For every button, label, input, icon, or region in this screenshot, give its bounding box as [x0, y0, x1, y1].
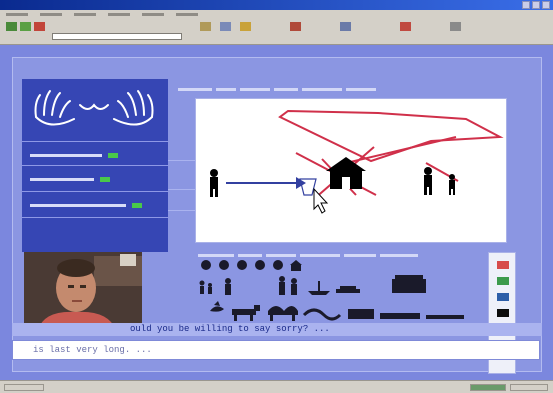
sidebar-item-marker: [100, 176, 110, 182]
sidebar-divider: [22, 141, 168, 142]
close-button[interactable]: [542, 1, 550, 9]
refresh-icon[interactable]: [220, 22, 231, 31]
bus-icon: [348, 309, 374, 319]
video-panel: [24, 252, 142, 330]
face-icon: [201, 260, 211, 270]
sidebar-item[interactable]: [30, 175, 110, 183]
train-icon: [380, 313, 420, 319]
menu-item[interactable]: [40, 13, 62, 16]
drawing-canvas[interactable]: [195, 98, 507, 243]
sidebar-item[interactable]: [30, 201, 142, 209]
menu-bar: [0, 10, 553, 19]
sidebar: [22, 79, 168, 252]
track-icon: [426, 315, 464, 319]
palette-heading: [198, 252, 468, 259]
car-icon: [336, 286, 360, 293]
menu-item[interactable]: [176, 13, 198, 16]
toolbar-icon[interactable]: [290, 22, 301, 31]
bird-icon: [210, 301, 224, 312]
camel-icon: [268, 306, 298, 321]
bookmark-icon[interactable]: [240, 22, 251, 31]
sidebar-item-label: [30, 153, 102, 157]
sidebar-divider: [22, 165, 168, 166]
sidebar-item-label: [30, 203, 126, 207]
minimize-button[interactable]: [522, 1, 530, 9]
black-swatch[interactable]: [497, 309, 509, 317]
menu-item[interactable]: [142, 13, 164, 16]
red-sketch-lines: [278, 109, 504, 200]
address-field[interactable]: [52, 33, 182, 40]
person-symbol-icon: [225, 278, 231, 295]
menu-item[interactable]: [6, 13, 28, 16]
back-icon[interactable]: [6, 22, 17, 31]
face-icon: [255, 260, 265, 270]
house-icon: [326, 157, 366, 189]
chat-input[interactable]: is last very long. ...: [12, 340, 540, 360]
couple-icon: [279, 276, 297, 295]
menu-item[interactable]: [108, 13, 130, 16]
face-icon: [219, 260, 229, 270]
snake-icon: [302, 308, 342, 321]
person-figure-icon: [210, 169, 218, 197]
sidebar-item-marker: [132, 202, 142, 208]
sidebar-item-marker: [108, 152, 118, 158]
red-swatch[interactable]: [497, 261, 509, 269]
maximize-button[interactable]: [532, 1, 540, 9]
sidebar-item-label: [30, 177, 94, 181]
message-ticker: ould you be willing to say sorry? ...: [12, 323, 542, 336]
security-zone-indicator: [470, 384, 506, 391]
canvas-drawing: [210, 109, 504, 214]
menu-item[interactable]: [74, 13, 96, 16]
person-figure-icon: [424, 167, 432, 195]
palette-symbols: [199, 260, 464, 321]
stop-icon[interactable]: [34, 22, 45, 31]
face-icon: [273, 260, 283, 270]
animal-icon: [232, 305, 260, 321]
green-swatch[interactable]: [497, 277, 509, 285]
browser-toolbar: [0, 19, 553, 45]
canvas-heading: [178, 86, 438, 93]
toolbar-icon[interactable]: [450, 22, 461, 31]
house-symbol-icon: [290, 260, 302, 271]
window-title-bar: [0, 0, 553, 10]
status-segment: [510, 384, 548, 391]
sidebar-divider: [22, 217, 168, 218]
family-icon: [199, 280, 212, 294]
home-icon[interactable]: [200, 22, 211, 31]
forward-icon[interactable]: [20, 22, 31, 31]
sidebar-divider: [22, 191, 168, 192]
blue-swatch[interactable]: [497, 293, 509, 301]
status-bar: [0, 380, 553, 393]
person-video-image: [24, 252, 142, 330]
child-figure-icon: [449, 174, 455, 195]
status-segment: [4, 384, 44, 391]
toolbar-icon[interactable]: [400, 22, 411, 31]
building-icon: [392, 275, 426, 293]
toolbar-icon[interactable]: [340, 22, 351, 31]
boat-icon: [308, 281, 330, 295]
hands-logo: [34, 90, 154, 126]
face-icon: [237, 260, 247, 270]
sidebar-item[interactable]: [30, 151, 118, 159]
